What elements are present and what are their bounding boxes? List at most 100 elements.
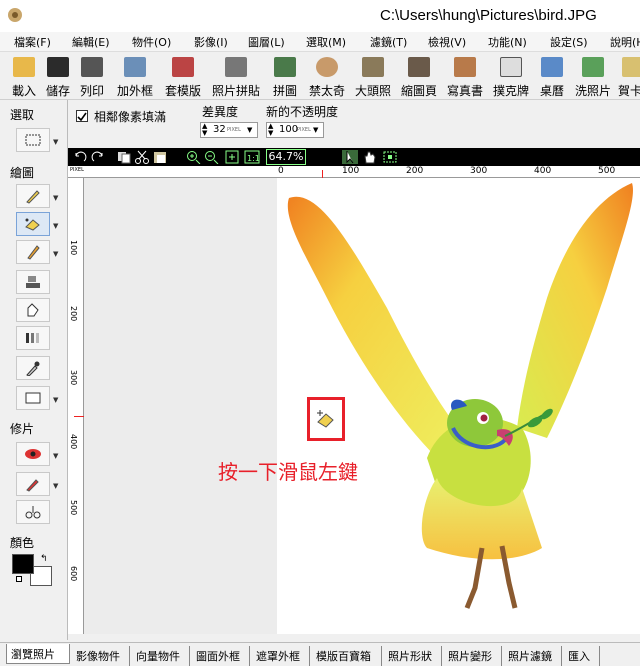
template-button[interactable]: 套模版 (160, 54, 206, 98)
copy-icon[interactable] (116, 150, 132, 164)
paste-icon[interactable] (152, 150, 168, 164)
thumbnail-page-button[interactable]: 縮圖頁 (396, 54, 442, 98)
ruler-tick: 100 (342, 166, 360, 176)
fill-adjacent-checkbox[interactable] (76, 110, 88, 122)
tab-photo-warp[interactable]: 照片變形 (444, 646, 502, 666)
menu-help[interactable]: 說明(H) (610, 34, 640, 50)
brush-tool[interactable] (16, 184, 50, 208)
menu-layer[interactable]: 圖層(L) (248, 34, 285, 50)
shape-tool[interactable] (16, 386, 50, 410)
cut-icon[interactable] (134, 150, 150, 164)
undo-icon[interactable] (72, 150, 88, 164)
zoom-in-icon[interactable] (186, 150, 202, 164)
poker-card-button[interactable]: 撲克牌 (488, 54, 534, 98)
calendar-button[interactable]: 桌曆 (534, 54, 570, 98)
redo-icon[interactable] (90, 150, 106, 164)
menu-image[interactable]: 影像(I) (194, 34, 228, 50)
tab-template-library[interactable]: 模版百寶箱 (312, 646, 382, 666)
pencil-tool[interactable] (16, 240, 50, 264)
swap-colors-icon[interactable]: ↰ (40, 554, 48, 564)
zoom-out-icon[interactable] (204, 150, 220, 164)
image-canvas[interactable]: 按一下滑鼠左鍵 (84, 178, 640, 634)
tab-mask-frames[interactable]: 遮罩外框 (252, 646, 310, 666)
greeting-card-button[interactable]: 賀卡 (618, 54, 640, 98)
cards-icon (500, 57, 522, 77)
opacity-spinner[interactable]: ▲ ▼ 100 PIXEL ▼ (266, 122, 324, 138)
save-button[interactable]: 儲存 (42, 54, 74, 98)
chevron-down-icon[interactable]: ▼ (53, 222, 58, 230)
menu-file[interactable]: 檔案(F) (14, 34, 51, 50)
menu-view[interactable]: 檢視(V) (428, 34, 466, 50)
chevron-down-icon[interactable]: ▼ (247, 126, 252, 134)
fill-tool[interactable] (16, 212, 50, 236)
chevron-down-icon[interactable]: ▼ (53, 396, 58, 404)
jigsaw-button[interactable]: 拼圖 (268, 54, 302, 98)
book-icon (454, 57, 476, 77)
menu-select[interactable]: 選取(M) (306, 34, 346, 50)
eyedropper-tool[interactable] (16, 356, 50, 380)
tab-browse-photos[interactable]: 瀏覽照片 (6, 644, 70, 664)
chevron-down-icon[interactable]: ▼ (53, 250, 58, 258)
svg-text:1:1: 1:1 (247, 154, 260, 163)
ruler-tick: 400 (69, 434, 78, 450)
spin-up-icon[interactable]: ▲ ▼ (268, 123, 273, 137)
smudge-tool[interactable] (16, 298, 50, 322)
selection-marquee-icon[interactable] (382, 150, 398, 164)
rect-select-tool[interactable] (16, 128, 50, 152)
dashed-rect-icon (25, 134, 41, 146)
reset-colors-icon[interactable] (16, 576, 22, 582)
foreground-color-swatch[interactable] (12, 554, 34, 574)
gradient-tool[interactable] (16, 326, 50, 350)
load-button[interactable]: 載入 (8, 54, 40, 98)
horizontal-ruler: PIXEL 0 100 200 300 400 500 (68, 166, 640, 178)
fit-window-icon[interactable] (224, 150, 240, 164)
chevron-down-icon[interactable]: ▼ (53, 138, 58, 146)
hand-pan-icon[interactable] (362, 150, 378, 164)
frame-icon (124, 57, 146, 77)
tab-image-objects[interactable]: 影像物件 (72, 646, 130, 666)
template-icon (172, 57, 194, 77)
tab-photo-shapes[interactable]: 照片形狀 (384, 646, 442, 666)
scissors-person-icon (25, 506, 41, 519)
eyedropper-icon (26, 361, 40, 376)
ruler-tick: 200 (69, 306, 78, 322)
menu-edit[interactable]: 編輯(E) (72, 34, 110, 50)
canvas-background (84, 178, 277, 634)
actual-size-icon[interactable]: 1:1 (244, 150, 260, 164)
tab-vector-objects[interactable]: 向量物件 (132, 646, 190, 666)
photo-book-button[interactable]: 寫真書 (442, 54, 488, 98)
pencil-icon (27, 245, 40, 260)
folder-open-icon (13, 57, 35, 77)
menu-function[interactable]: 功能(N) (488, 34, 527, 50)
tab-photo-filters[interactable]: 照片濾鏡 (504, 646, 562, 666)
montage-button[interactable]: 禁太奇 (304, 54, 350, 98)
print-photo-button[interactable]: 洗照片 (570, 54, 616, 98)
main-toolbar: 載入 儲存 列印 加外框 套模版 照片拼貼 拼圖 禁太奇 大頭照 縮圖頁 寫真書 (0, 52, 640, 100)
id-photo-button[interactable]: 大頭照 (350, 54, 396, 98)
pointer-icon[interactable] (342, 150, 358, 164)
print-button[interactable]: 列印 (76, 54, 108, 98)
tab-import[interactable]: 匯入 (564, 646, 600, 666)
chevron-down-icon[interactable]: ▼ (53, 194, 58, 202)
menu-settings[interactable]: 設定(S) (550, 34, 588, 50)
ruler-tick: 500 (69, 500, 78, 516)
photo-collage-button[interactable]: 照片拼貼 (206, 54, 266, 98)
menu-filter[interactable]: 濾鏡(T) (370, 34, 407, 50)
view-toolbar: 1:1 64.7% (68, 148, 640, 166)
add-frame-button[interactable]: 加外框 (112, 54, 158, 98)
chevron-down-icon[interactable]: ▼ (313, 126, 318, 134)
retouch-brush-tool[interactable] (16, 472, 50, 496)
stamp-tool[interactable] (16, 270, 50, 294)
clone-tool[interactable] (16, 500, 50, 524)
chevron-down-icon[interactable]: ▼ (53, 452, 58, 460)
ruler-unit: PIXEL (70, 167, 84, 173)
tolerance-spinner[interactable]: ▲ ▼ 32 PIXEL ▼ (200, 122, 258, 138)
spin-up-icon[interactable]: ▲ ▼ (202, 123, 207, 137)
checkmark-icon (77, 112, 87, 122)
zoom-level[interactable]: 64.7% (266, 149, 306, 165)
tab-frames[interactable]: 圖面外框 (192, 646, 250, 666)
printer-icon (81, 57, 103, 77)
red-eye-tool[interactable] (16, 442, 50, 466)
menu-object[interactable]: 物件(O) (132, 34, 171, 50)
chevron-down-icon[interactable]: ▼ (53, 482, 58, 490)
